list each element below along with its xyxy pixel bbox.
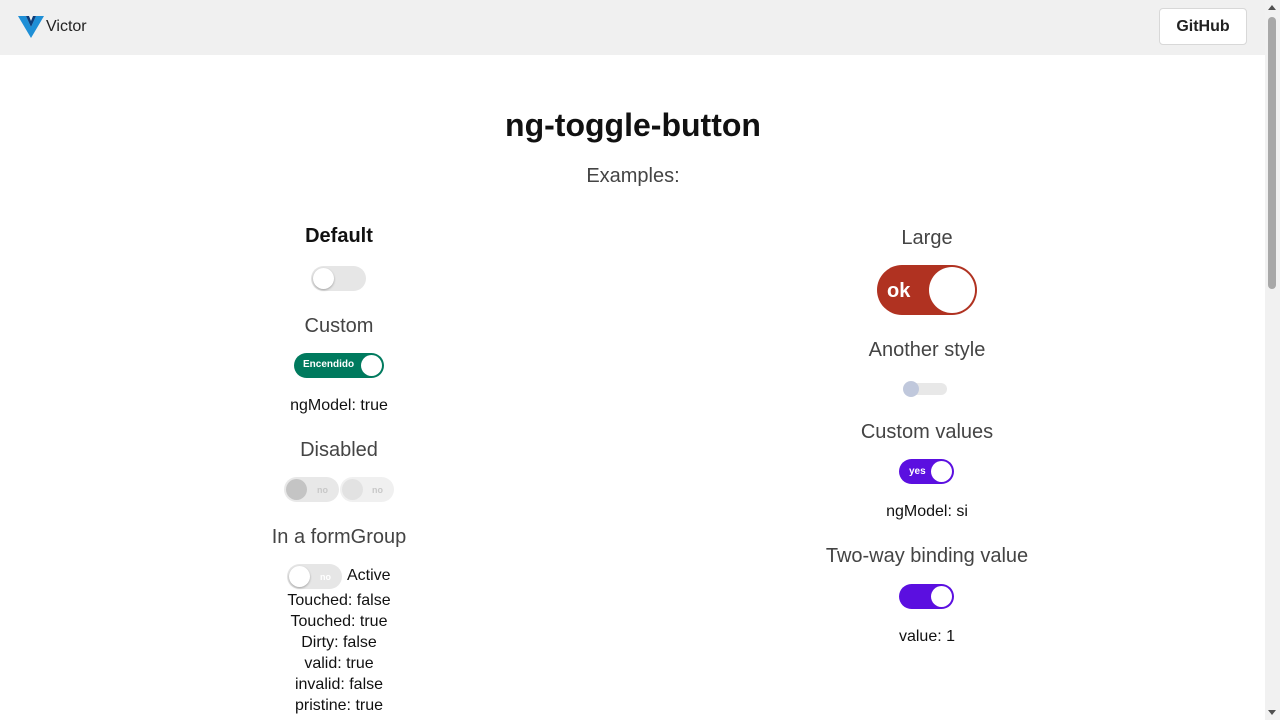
scroll-up-arrow-icon[interactable] [1268, 5, 1276, 10]
disabled-toggle-label: no [317, 485, 328, 495]
formgroup-status-line: Dirty: false [301, 634, 377, 651]
disabled-toggle-label: no [372, 485, 383, 495]
page-title: ng-toggle-button [505, 107, 761, 143]
formgroup-toggle[interactable]: no [287, 564, 342, 589]
page-subtitle: Examples: [586, 165, 680, 187]
default-toggle[interactable] [311, 266, 366, 291]
formgroup-status-line: valid: true [304, 655, 374, 672]
brand[interactable]: Victor [18, 16, 87, 38]
formgroup-status-line: Touched: true [290, 613, 388, 630]
toggle-knob [903, 381, 919, 397]
another-style-toggle[interactable] [903, 381, 947, 397]
toggle-knob [929, 267, 975, 313]
two-way-section-title: Two-way binding value [825, 545, 1029, 567]
page-scrollbar[interactable] [1265, 0, 1280, 720]
disabled-section-title: Disabled [300, 439, 378, 461]
scroll-down-arrow-icon[interactable] [1268, 710, 1276, 715]
formgroup-section-title: In a formGroup [271, 526, 407, 548]
toggle-knob [289, 566, 310, 587]
disabled-toggle-1: no [284, 477, 339, 502]
scroll-thumb[interactable] [1268, 17, 1276, 289]
custom-toggle[interactable]: Encendido [294, 353, 384, 378]
toggle-knob [361, 355, 382, 376]
custom-values-ngmodel-text: ngModel: si [886, 503, 968, 520]
disabled-toggle-2: no [340, 477, 394, 502]
large-section-title: Large [901, 227, 953, 249]
formgroup-status-line: Touched: false [287, 592, 391, 609]
formgroup-active-label: Active [347, 567, 391, 584]
custom-ngmodel-text: ngModel: true [290, 397, 388, 414]
formgroup-status-line: pristine: true [294, 697, 384, 714]
toggle-knob [286, 479, 307, 500]
two-way-toggle[interactable] [899, 584, 954, 609]
default-section-title: Default [305, 225, 373, 247]
toggle-knob [931, 586, 952, 607]
top-navbar: Victor GitHub [0, 0, 1265, 55]
toggle-knob [313, 268, 334, 289]
large-toggle-label: ok [887, 280, 911, 302]
large-toggle[interactable]: ok [877, 265, 977, 315]
custom-values-section-title: Custom values [860, 421, 994, 443]
formgroup-status-line: invalid: false [294, 676, 384, 693]
custom-values-toggle-label: yes [909, 466, 926, 477]
formgroup-toggle-label: no [320, 572, 331, 582]
github-button[interactable]: GitHub [1159, 8, 1247, 45]
custom-toggle-label: Encendido [303, 359, 355, 370]
two-way-value-text: value: 1 [898, 628, 956, 645]
custom-section-title: Custom [304, 315, 374, 337]
toggle-knob [931, 461, 952, 482]
toggle-knob [342, 479, 363, 500]
another-style-section-title: Another style [868, 339, 986, 361]
custom-values-toggle[interactable]: yes [899, 459, 954, 484]
brand-name: Victor [46, 18, 87, 35]
victor-logo-icon [18, 16, 44, 38]
